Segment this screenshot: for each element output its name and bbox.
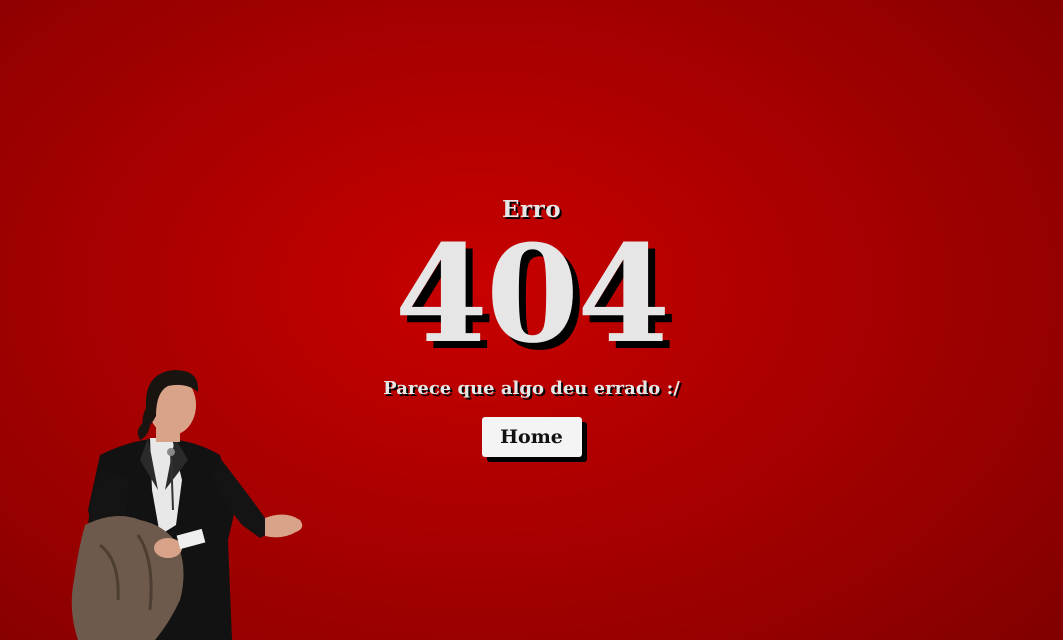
error-code: 404 (394, 215, 671, 373)
home-button[interactable]: Home (481, 417, 582, 457)
confused-man-illustration (71, 370, 303, 640)
